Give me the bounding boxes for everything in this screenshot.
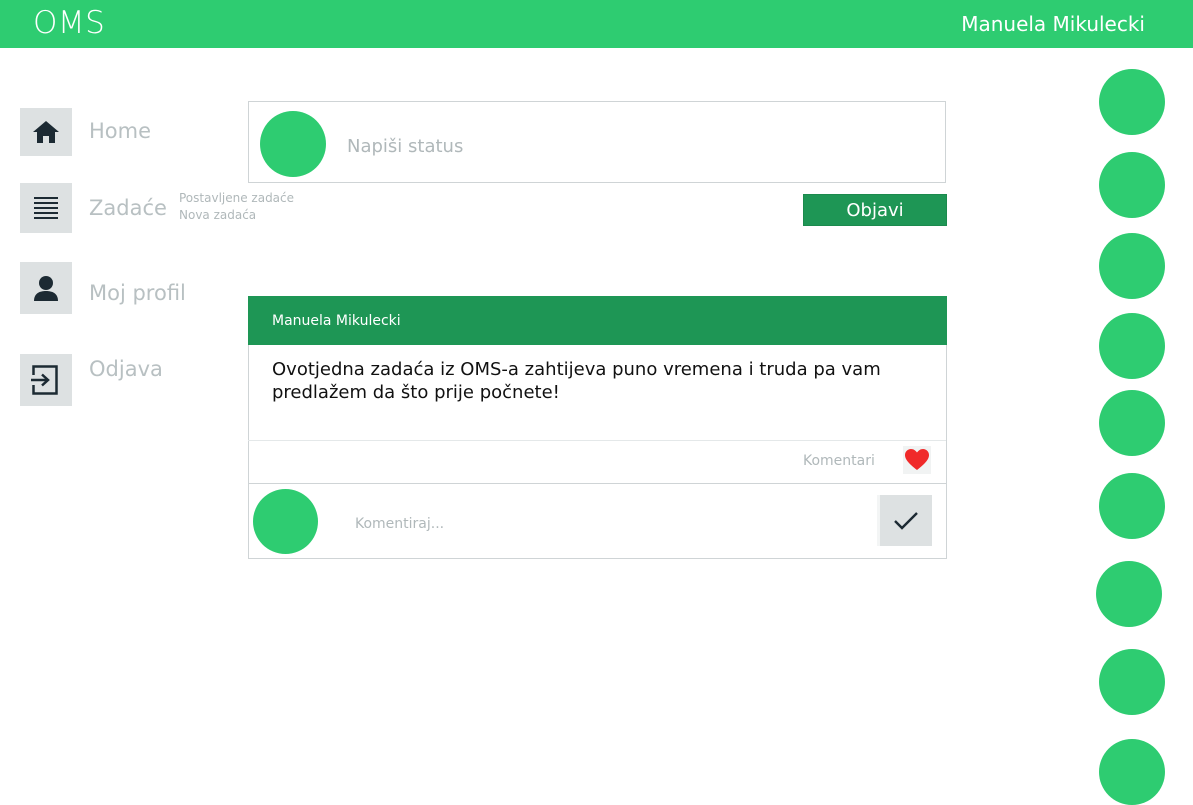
- friend-avatar[interactable]: [1099, 313, 1165, 379]
- sidebar-item-moj-profil-label[interactable]: Moj profil: [89, 281, 186, 305]
- friend-avatar[interactable]: [1099, 649, 1165, 715]
- objavi-button[interactable]: Objavi: [803, 194, 947, 226]
- friend-avatar[interactable]: [1099, 739, 1165, 805]
- sidebar-item-odjava-label[interactable]: Odjava: [89, 357, 163, 381]
- post-author[interactable]: Manuela Mikulecki: [272, 313, 401, 329]
- friend-avatar[interactable]: [1099, 152, 1165, 218]
- sidebar-item-zadace[interactable]: [20, 183, 72, 233]
- sidebar-item-home[interactable]: [20, 108, 72, 156]
- comment-input[interactable]: Komentiraj...: [355, 516, 444, 532]
- friend-avatar[interactable]: [1099, 233, 1165, 299]
- submenu-postavljene-zadace[interactable]: Postavljene zadaće: [179, 191, 294, 205]
- post-divider: [248, 440, 946, 441]
- like-button[interactable]: [903, 446, 931, 474]
- commenter-avatar: [253, 489, 318, 554]
- sidebar-item-zadace-label[interactable]: Zadaće: [89, 196, 167, 220]
- friend-avatar[interactable]: [1096, 561, 1162, 627]
- post-text: Ovotjedna zadaća iz OMS-a zahtijeva puno…: [272, 359, 881, 403]
- sidebar-item-moj-profil[interactable]: [20, 262, 72, 314]
- comments-link[interactable]: Komentari: [803, 453, 875, 469]
- logout-icon: [31, 365, 58, 395]
- status-input[interactable]: Napiši status: [347, 136, 463, 157]
- submenu-nova-zadaca[interactable]: Nova zadaća: [179, 208, 256, 222]
- friend-avatar[interactable]: [1099, 473, 1165, 539]
- submit-comment-button[interactable]: [877, 495, 932, 546]
- checkmark-icon: [894, 511, 918, 530]
- header-username[interactable]: Manuela Mikulecki: [961, 12, 1145, 36]
- home-icon: [33, 121, 59, 143]
- list-icon: [34, 197, 58, 219]
- comment-divider: [248, 483, 946, 484]
- sidebar-item-odjava[interactable]: [20, 354, 72, 406]
- heart-icon: [905, 449, 929, 470]
- user-icon: [34, 276, 58, 301]
- friend-avatar[interactable]: [1099, 390, 1165, 456]
- app-logo[interactable]: OMS: [33, 5, 105, 41]
- friend-avatar[interactable]: [1099, 69, 1165, 135]
- composer-avatar: [260, 111, 326, 177]
- sidebar-item-home-label[interactable]: Home: [89, 119, 151, 143]
